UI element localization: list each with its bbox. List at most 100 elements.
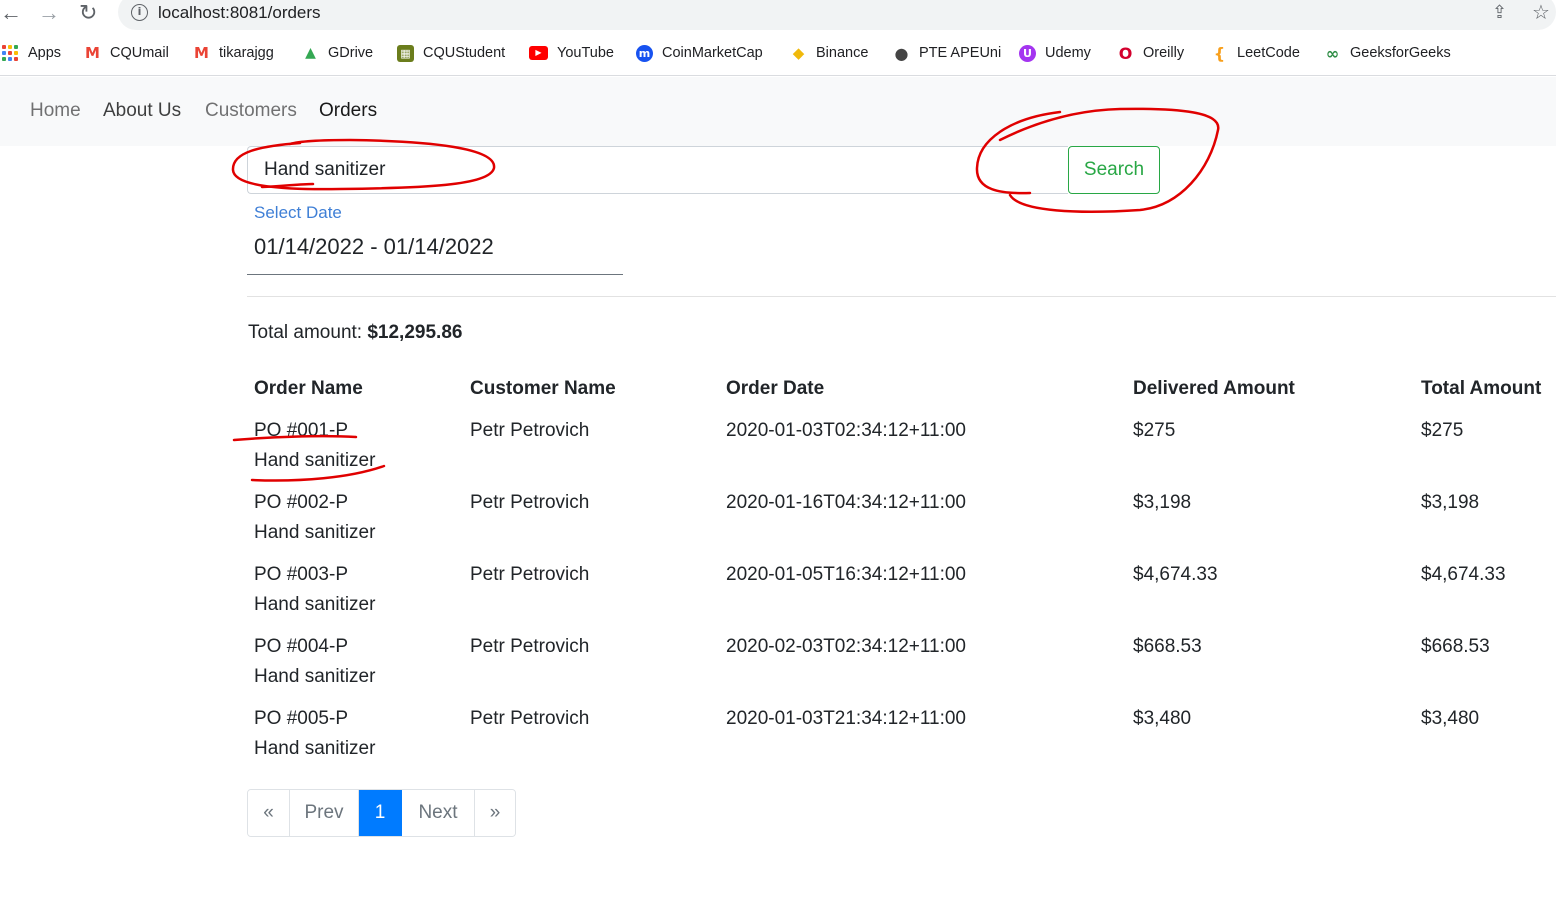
bookmark-tikarajgg[interactable]: M tikarajgg (193, 42, 274, 64)
customer-name: Petr Petrovich (470, 420, 590, 441)
bookmarks-bar: Apps M CQUmail M tikarajgg ▲ GDrive ▦ CQ… (0, 30, 1556, 76)
delivered-amount: $4,674.33 (1133, 564, 1218, 585)
order-product: Hand sanitizer (254, 738, 376, 759)
oreilly-icon: O (1118, 43, 1133, 63)
order-number: PO #001-P (254, 420, 348, 441)
leetcode-icon: { (1213, 43, 1226, 63)
address-bar[interactable] (118, 0, 1556, 30)
total-amount-cell: $3,480 (1421, 708, 1480, 729)
order-date: 2020-01-16T04:34:12+11:00 (726, 492, 966, 513)
total-amount-cell: $4,674.33 (1421, 564, 1506, 585)
order-number: PO #002-P (254, 492, 348, 513)
cqu-icon: ▦ (397, 44, 414, 62)
back-arrow-icon[interactable]: ← (0, 2, 22, 24)
forward-arrow-icon[interactable]: → (38, 2, 60, 24)
bookmark-oreilly[interactable]: O Oreilly (1117, 42, 1184, 64)
bookmark-label: PTE APEUni (919, 45, 1002, 61)
order-product: Hand sanitizer (254, 450, 376, 471)
app-navbar: Home About Us Customers Orders (0, 77, 1556, 146)
gmail-icon: M (194, 43, 209, 62)
bookmark-label: tikarajgg (219, 45, 274, 61)
column-header-order-date: Order Date (726, 378, 825, 399)
delivered-amount: $3,480 (1133, 708, 1192, 729)
date-range-input[interactable]: 01/14/2022 - 01/14/2022 (254, 234, 494, 260)
customer-name: Petr Petrovich (470, 708, 590, 729)
nav-home[interactable]: Home (30, 100, 81, 122)
total-amount-value: $12,295.86 (367, 322, 463, 343)
url-text[interactable]: localhost:8081/orders (158, 3, 321, 23)
search-input[interactable] (247, 146, 1068, 194)
search-button[interactable]: Search (1068, 146, 1160, 194)
order-number: PO #004-P (254, 636, 348, 657)
date-input-underline (247, 274, 623, 275)
nav-about-us[interactable]: About Us (103, 100, 181, 122)
share-icon[interactable]: ⇪ (1492, 2, 1507, 23)
bookmark-label: GeeksforGeeks (1350, 45, 1451, 61)
pagination-first[interactable]: « (248, 790, 290, 836)
bookmark-apps[interactable]: Apps (2, 42, 61, 64)
customer-name: Petr Petrovich (470, 492, 590, 513)
order-date: 2020-01-05T16:34:12+11:00 (726, 564, 966, 585)
bookmark-youtube[interactable]: ▶ YouTube (529, 42, 614, 64)
pagination-last[interactable]: » (475, 790, 515, 836)
order-date: 2020-01-03T21:34:12+11:00 (726, 708, 966, 729)
delivered-amount: $668.53 (1133, 636, 1202, 657)
order-date: 2020-01-03T02:34:12+11:00 (726, 420, 966, 441)
order-product: Hand sanitizer (254, 522, 376, 543)
customer-name: Petr Petrovich (470, 564, 590, 585)
pagination-next[interactable]: Next (402, 790, 475, 836)
total-amount-cell: $275 (1421, 420, 1464, 441)
pagination: « Prev 1 Next » (247, 789, 516, 837)
total-amount: Total amount: $12,295.86 (248, 322, 462, 344)
bookmark-cqumail[interactable]: M CQUmail (84, 42, 169, 64)
bookmark-label: Binance (816, 45, 869, 61)
column-header-total-amount: Total Amount (1421, 378, 1542, 399)
order-date: 2020-02-03T02:34:12+11:00 (726, 636, 966, 657)
order-number: PO #005-P (254, 708, 348, 729)
delivered-amount: $3,198 (1133, 492, 1192, 513)
bookmark-label: GDrive (328, 45, 374, 61)
bookmark-coinmarketcap[interactable]: m CoinMarketCap (636, 42, 763, 64)
bookmark-label: CoinMarketCap (662, 45, 763, 61)
bookmark-label: YouTube (557, 45, 614, 61)
binance-icon: ◆ (792, 43, 805, 62)
browser-toolbar: ← → ↻ i localhost:8081/orders ⇪ ☆ (0, 0, 1556, 30)
apps-grid-icon (2, 44, 19, 62)
order-number: PO #003-P (254, 564, 348, 585)
bookmark-label: LeetCode (1237, 45, 1300, 61)
bookmark-cqustudent[interactable]: ▦ CQUStudent (397, 42, 505, 64)
bookmark-label: Oreilly (1143, 45, 1185, 61)
bookmark-binance[interactable]: ◆ Binance (790, 42, 869, 64)
bookmark-leetcode[interactable]: { LeetCode (1211, 42, 1300, 64)
gdrive-icon: ▲ (305, 44, 316, 61)
total-amount-cell: $668.53 (1421, 636, 1490, 657)
site-info-icon[interactable]: i (131, 4, 148, 21)
order-product: Hand sanitizer (254, 594, 376, 615)
delivered-amount: $275 (1133, 420, 1176, 441)
coinmarketcap-icon: m (636, 44, 653, 62)
column-header-order-name: Order Name (254, 378, 363, 399)
bookmark-star-icon[interactable]: ☆ (1532, 0, 1550, 25)
udemy-icon: U (1019, 44, 1036, 62)
gmail-icon: M (85, 43, 100, 62)
order-product: Hand sanitizer (254, 666, 376, 687)
column-header-delivered-amount: Delivered Amount (1133, 378, 1295, 399)
bookmark-label: CQUStudent (423, 45, 506, 61)
nav-orders[interactable]: Orders (319, 100, 377, 122)
pagination-prev[interactable]: Prev (290, 790, 359, 836)
bookmark-geeksforgeeks[interactable]: ∞ GeeksforGeeks (1324, 42, 1451, 64)
bookmark-udemy[interactable]: U Udemy (1019, 42, 1091, 64)
bookmark-pte-apeuni[interactable]: ● PTE APEUni (893, 42, 1002, 64)
section-divider (247, 296, 1556, 297)
reload-icon[interactable]: ↻ (79, 2, 97, 24)
bookmark-label: CQUmail (110, 45, 169, 61)
nav-customers[interactable]: Customers (205, 100, 297, 122)
pagination-page-1[interactable]: 1 (359, 790, 402, 836)
total-amount-cell: $3,198 (1421, 492, 1480, 513)
bookmark-gdrive[interactable]: ▲ GDrive (302, 42, 373, 64)
apeuni-icon: ● (894, 43, 909, 63)
bookmark-label: Udemy (1045, 45, 1091, 61)
youtube-icon: ▶ (529, 46, 548, 60)
total-amount-label: Total amount: (248, 322, 363, 343)
date-filter-label: Select Date (254, 203, 342, 222)
